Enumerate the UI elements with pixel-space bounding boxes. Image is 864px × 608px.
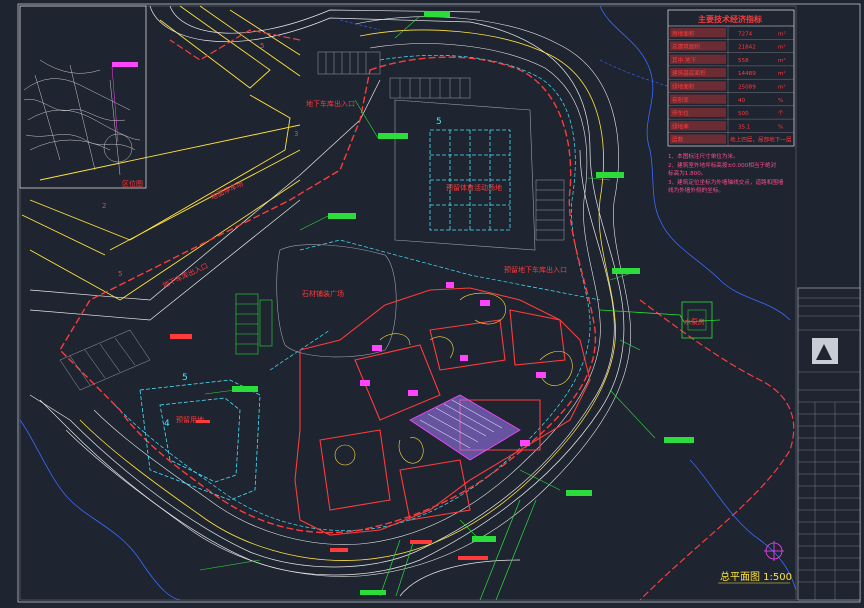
tech-row-label: 建筑基底面积: [672, 69, 706, 77]
tech-row-value: 14489: [738, 71, 756, 77]
tech-row-label: 停车位: [672, 109, 689, 117]
label-building-3: 3: [294, 130, 298, 138]
tech-row-unit: m²: [778, 57, 786, 64]
parking-green: [235, 293, 273, 355]
note-line: 2、建筑室外地坪标高按±0.000相当于绝对: [668, 161, 777, 169]
note-line: 标高为1.800。: [668, 169, 706, 177]
tech-table: 主要技术经济指标 用地面积 7274 m² 总建筑面积 21842 m² 其中 地下 558 m…: [667, 9, 795, 147]
drawing-title: 总平面图 1:500: [720, 570, 792, 583]
label-underground-entry-1: 地下车库出入口: [306, 99, 355, 108]
pump-station-label: 水泵房: [684, 317, 705, 326]
tech-row-value: 558: [738, 58, 749, 64]
tech-row-label: 层数: [672, 136, 684, 144]
north-arrow-icon: [764, 541, 784, 561]
boundary-east: [639, 299, 795, 601]
tech-row-label: 容积率: [672, 96, 689, 104]
tech-row-unit: %: [778, 98, 783, 104]
tech-row-unit: 个: [778, 110, 784, 117]
tech-row-value: 7274: [738, 31, 753, 37]
road-centerline: [79, 29, 616, 561]
label-building-5a: 5: [260, 42, 264, 50]
tech-row-label: 用地面积: [672, 29, 695, 37]
note-line: 线为外墙外侧的坐标。: [668, 186, 724, 194]
tech-row-unit: m²: [778, 70, 786, 77]
site-plan-drawing: 区位图 水泵房 地下车库出入口 地下车库出入口 预留地下车库出入口 地面停车场 …: [17, 3, 861, 603]
label-building-2a: 2: [102, 202, 106, 210]
tech-row-value: 40: [738, 98, 746, 104]
tech-row-label: 绿地面积: [672, 83, 695, 91]
label-parking-lot: 地面停车场: [209, 179, 245, 202]
notes-block: 1、本图标注尺寸单位为米。 2、建筑室外地坪标高按±0.000相当于绝对 标高为…: [668, 152, 784, 194]
label-building-4: 4: [164, 419, 170, 429]
road-edge-inner: [93, 43, 601, 545]
tech-row-unit: m²: [778, 44, 786, 51]
label-sports-ground: 预留体育活动场地: [446, 183, 502, 192]
label-building-5d: 5: [118, 270, 122, 278]
tech-row-label: 总建筑面积: [672, 43, 700, 51]
company-logo-icon: [812, 338, 838, 364]
tech-row-value: 25089: [738, 85, 756, 91]
label-building-5b: 5: [436, 117, 442, 127]
label-underground-entry-2: 地下车库出入口: [161, 261, 209, 290]
pump-station: 水泵房: [681, 301, 713, 339]
tech-row-unit: m²: [778, 84, 786, 91]
inset-label: 区位图: [122, 179, 143, 188]
central-court: [360, 282, 546, 461]
grade-markers: [232, 11, 694, 595]
tech-row-value: 地上四层，局部地下一层: [730, 136, 792, 144]
misc-marks: [170, 334, 488, 560]
note-line: 1、本图标注尺寸单位为米。: [668, 152, 739, 160]
inset-location-map: 区位图: [19, 5, 147, 189]
tech-row-label: 绿地率: [672, 122, 689, 130]
tech-row-unit: %: [778, 124, 783, 130]
tech-row-value: 500: [738, 111, 749, 117]
title-block: [797, 287, 861, 601]
label-stone-plaza: 石材铺装广场: [302, 289, 344, 298]
tech-row-unit: m²: [778, 30, 786, 37]
tech-row-label: 其中 地下: [672, 56, 697, 64]
tech-row-value: 35.1: [738, 124, 751, 130]
label-building-5c: 5: [182, 373, 188, 383]
tech-row-value: 21842: [738, 45, 756, 51]
tech-table-header: 主要技术经济指标: [698, 14, 762, 24]
note-line: 3、建筑定位坐标为外墙轴线交点，道路和围墙: [668, 178, 784, 186]
label-underground-entry-3: 预留地下车库出入口: [504, 265, 567, 274]
